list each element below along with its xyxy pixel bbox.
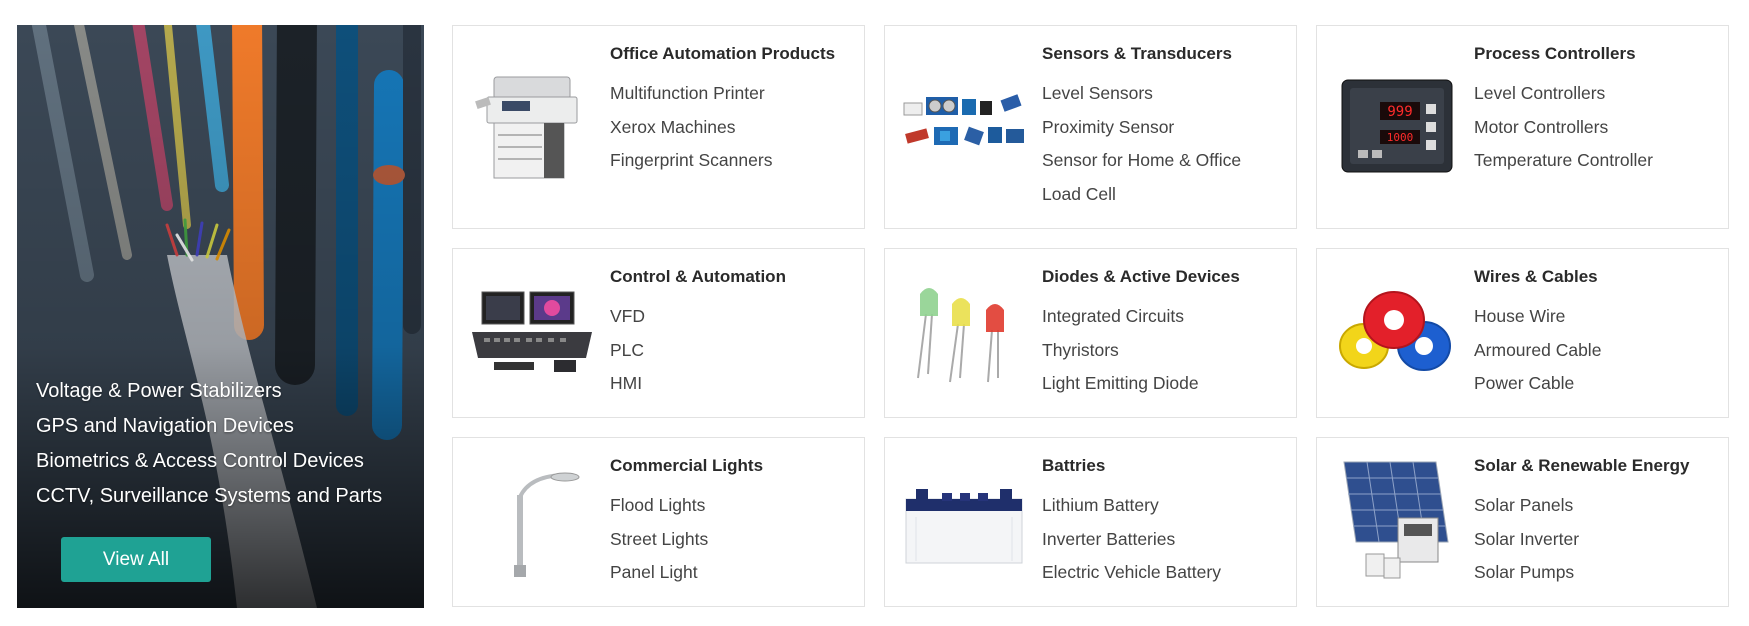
svg-text:999: 999 <box>1387 104 1412 120</box>
printer-icon[interactable] <box>467 66 597 186</box>
control-console-icon[interactable] <box>467 273 597 393</box>
category-item-list: Multifunction Printer Xerox Machines Fin… <box>610 77 772 178</box>
category-item[interactable]: Inverter Batteries <box>1042 523 1221 557</box>
category-item[interactable]: Sensor for Home & Office <box>1042 144 1241 178</box>
category-card-sensors: Sensors & Transducers Level Sensors Prox… <box>884 25 1297 229</box>
hero-link-cctv[interactable]: CCTV, Surveillance Systems and Parts <box>36 479 382 514</box>
category-item[interactable]: Xerox Machines <box>610 111 772 145</box>
category-title[interactable]: Office Automation Products <box>610 44 835 64</box>
category-title[interactable]: Wires & Cables <box>1474 267 1598 287</box>
hero-banner: Voltage & Power Stabilizers GPS and Navi… <box>17 25 424 608</box>
category-item[interactable]: Solar Inverter <box>1474 523 1579 557</box>
category-item[interactable]: Armoured Cable <box>1474 334 1601 368</box>
controller-unit-icon[interactable]: 999 1000 <box>1331 66 1461 186</box>
category-card-battries: Battries Lithium Battery Inverter Batter… <box>884 437 1297 607</box>
category-item[interactable]: Lithium Battery <box>1042 489 1221 523</box>
category-item-list: Level Sensors Proximity Sensor Sensor fo… <box>1042 77 1241 211</box>
svg-text:1000: 1000 <box>1387 131 1414 144</box>
category-card-wires-cables: Wires & Cables House Wire Armoured Cable… <box>1316 248 1729 418</box>
category-title[interactable]: Commercial Lights <box>610 456 763 476</box>
category-item[interactable]: VFD <box>610 300 645 334</box>
category-item[interactable]: Multifunction Printer <box>610 77 772 111</box>
cable-coils-icon[interactable] <box>1331 273 1461 393</box>
solar-panel-icon[interactable] <box>1331 460 1461 580</box>
category-item[interactable]: Thyristors <box>1042 334 1199 368</box>
hero-link-list: Voltage & Power Stabilizers GPS and Navi… <box>36 374 382 514</box>
hero-link-biometrics[interactable]: Biometrics & Access Control Devices <box>36 444 382 479</box>
category-item-list: Level Controllers Motor Controllers Temp… <box>1474 77 1653 178</box>
hero-link-gps-devices[interactable]: GPS and Navigation Devices <box>36 409 382 444</box>
category-card-diodes: Diodes & Active Devices Integrated Circu… <box>884 248 1297 418</box>
category-item[interactable]: Fingerprint Scanners <box>610 144 772 178</box>
led-diodes-icon[interactable] <box>899 269 1029 389</box>
category-item-list: VFD PLC HMI <box>610 300 645 401</box>
category-item[interactable]: Load Cell <box>1042 178 1241 212</box>
category-item-list: Integrated Circuits Thyristors Light Emi… <box>1042 300 1199 401</box>
category-item[interactable]: Flood Lights <box>610 489 708 523</box>
hero-link-voltage-stabilizers[interactable]: Voltage & Power Stabilizers <box>36 374 382 409</box>
category-item[interactable]: Street Lights <box>610 523 708 557</box>
sensor-modules-icon[interactable] <box>899 66 1029 186</box>
category-title[interactable]: Diodes & Active Devices <box>1042 267 1240 287</box>
category-item[interactable]: Panel Light <box>610 556 708 590</box>
category-item-list: Flood Lights Street Lights Panel Light <box>610 489 708 590</box>
category-title[interactable]: Battries <box>1042 456 1105 476</box>
view-all-button[interactable]: View All <box>61 537 211 582</box>
category-title[interactable]: Process Controllers <box>1474 44 1636 64</box>
category-item[interactable]: Integrated Circuits <box>1042 300 1199 334</box>
category-item-list: Solar Panels Solar Inverter Solar Pumps <box>1474 489 1579 590</box>
category-item[interactable]: PLC <box>610 334 645 368</box>
category-item[interactable]: Solar Panels <box>1474 489 1579 523</box>
category-item-list: Lithium Battery Inverter Batteries Elect… <box>1042 489 1221 590</box>
category-card-control-automation: Control & Automation VFD PLC HMI <box>452 248 865 418</box>
category-title[interactable]: Solar & Renewable Energy <box>1474 456 1689 476</box>
category-card-process-controllers: 999 1000 Process Controllers Level Contr… <box>1316 25 1729 229</box>
category-item[interactable]: Level Controllers <box>1474 77 1653 111</box>
category-card-solar: Solar & Renewable Energy Solar Panels So… <box>1316 437 1729 607</box>
category-item[interactable]: Proximity Sensor <box>1042 111 1241 145</box>
category-title[interactable]: Control & Automation <box>610 267 786 287</box>
category-item[interactable]: Light Emitting Diode <box>1042 367 1199 401</box>
category-card-office-automation: Office Automation Products Multifunction… <box>452 25 865 229</box>
category-item[interactable]: Electric Vehicle Battery <box>1042 556 1221 590</box>
category-item[interactable]: HMI <box>610 367 645 401</box>
battery-icon[interactable] <box>899 462 1029 582</box>
category-item-list: House Wire Armoured Cable Power Cable <box>1474 300 1601 401</box>
category-title[interactable]: Sensors & Transducers <box>1042 44 1232 64</box>
category-item[interactable]: Solar Pumps <box>1474 556 1579 590</box>
category-item[interactable]: Motor Controllers <box>1474 111 1653 145</box>
category-card-commercial-lights: Commercial Lights Flood Lights Street Li… <box>452 437 865 607</box>
category-item[interactable]: House Wire <box>1474 300 1601 334</box>
category-item[interactable]: Level Sensors <box>1042 77 1241 111</box>
street-light-icon[interactable] <box>467 462 597 582</box>
category-item[interactable]: Power Cable <box>1474 367 1601 401</box>
cables-background-image <box>17 25 424 608</box>
category-item[interactable]: Temperature Controller <box>1474 144 1653 178</box>
